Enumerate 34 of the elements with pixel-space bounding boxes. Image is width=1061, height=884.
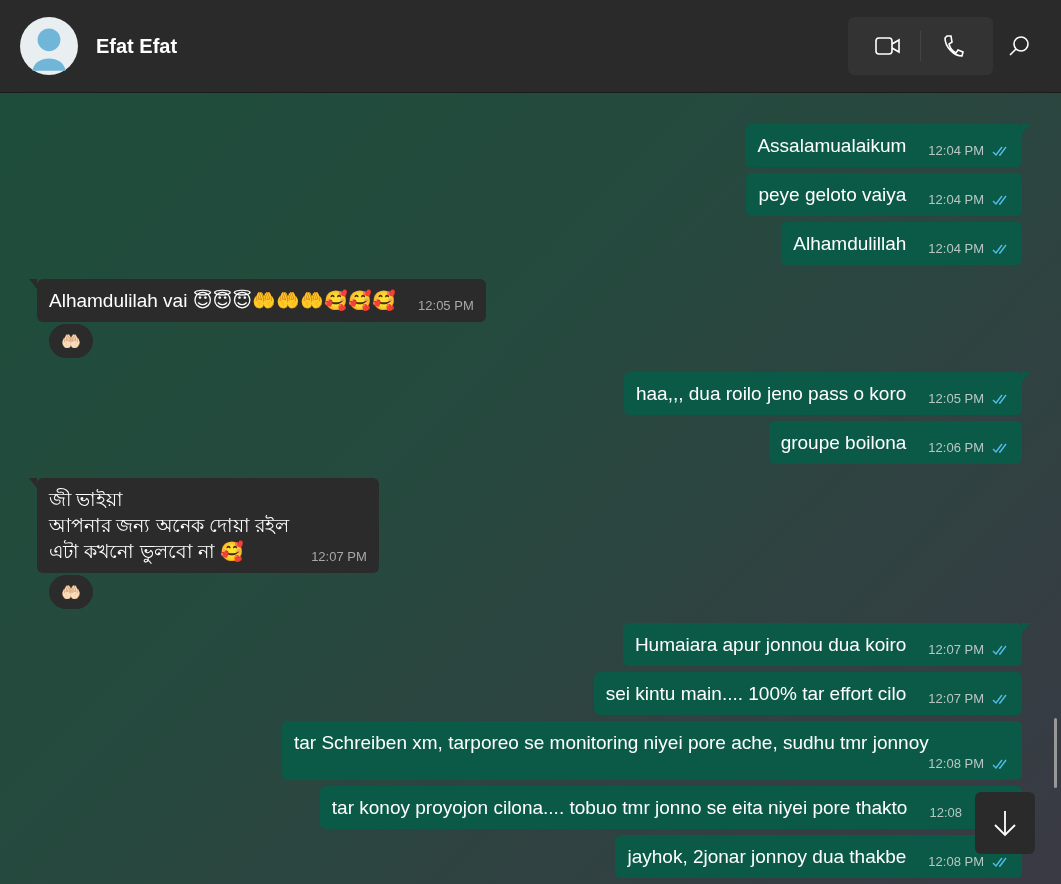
scrollbar-thumb[interactable]	[1054, 718, 1057, 788]
message-time: 12:08	[929, 805, 962, 820]
message-time: 12:08 PM	[928, 756, 984, 771]
message-text: tar konoy proyojon cilona.... tobuo tmr jonno se eita niyei pore thakto	[331, 796, 908, 820]
avatar[interactable]	[20, 17, 78, 75]
message-text: sei kintu main.... 100% tar effort cilo	[605, 682, 907, 706]
message-time: 12:05 PM	[418, 298, 474, 313]
message-time: 12:04 PM	[928, 192, 984, 207]
message-text: tar Schreiben xm, tarporeo se monitoring niyei pore ache, sudhu tmr jonnoy	[294, 731, 930, 755]
reaction[interactable]: 🤲🏻	[49, 575, 93, 609]
message-text: Assalamualaikum	[757, 134, 907, 158]
message-time: 12:07 PM	[928, 691, 984, 706]
message-text: জী ভাইয়া আপনার জন্য অনেক দোয়া রইল এটা কখনো ভুলবো না 🥰	[49, 487, 290, 565]
contact-name: Efat Efat	[96, 34, 179, 58]
search-icon	[1008, 35, 1030, 57]
message-text: peye geloto vaiya	[758, 183, 907, 207]
message-text: Alhamdulillah	[793, 232, 907, 256]
message-text: haa,,, dua roilo jeno pass o koro	[635, 382, 907, 406]
arrow-down-icon	[992, 809, 1018, 837]
message-text: groupe boilona	[780, 431, 907, 455]
message-time: 12:04 PM	[928, 241, 984, 256]
message-text: Humaiara apur jonnou dua koiro	[634, 633, 907, 657]
phone-icon	[942, 34, 964, 58]
reaction[interactable]: 🤲🏻	[49, 324, 93, 358]
scroll-down-button[interactable]	[975, 792, 1035, 854]
message-time: 12:06 PM	[928, 440, 984, 455]
message-time: 12:07 PM	[928, 642, 984, 657]
message-time: 12:04 PM	[928, 143, 984, 158]
message-text: jayhok, 2jonar jonnoy dua thakbe	[627, 845, 907, 869]
message-text: Alhamdulilah vai 😇😇😇🤲🤲🤲🥰🥰🥰	[49, 288, 397, 313]
video-camera-icon	[875, 36, 901, 56]
message-time: 12:07 PM	[311, 549, 367, 564]
message-time: 12:05 PM	[928, 391, 984, 406]
message-time: 12:08 PM	[928, 854, 984, 869]
